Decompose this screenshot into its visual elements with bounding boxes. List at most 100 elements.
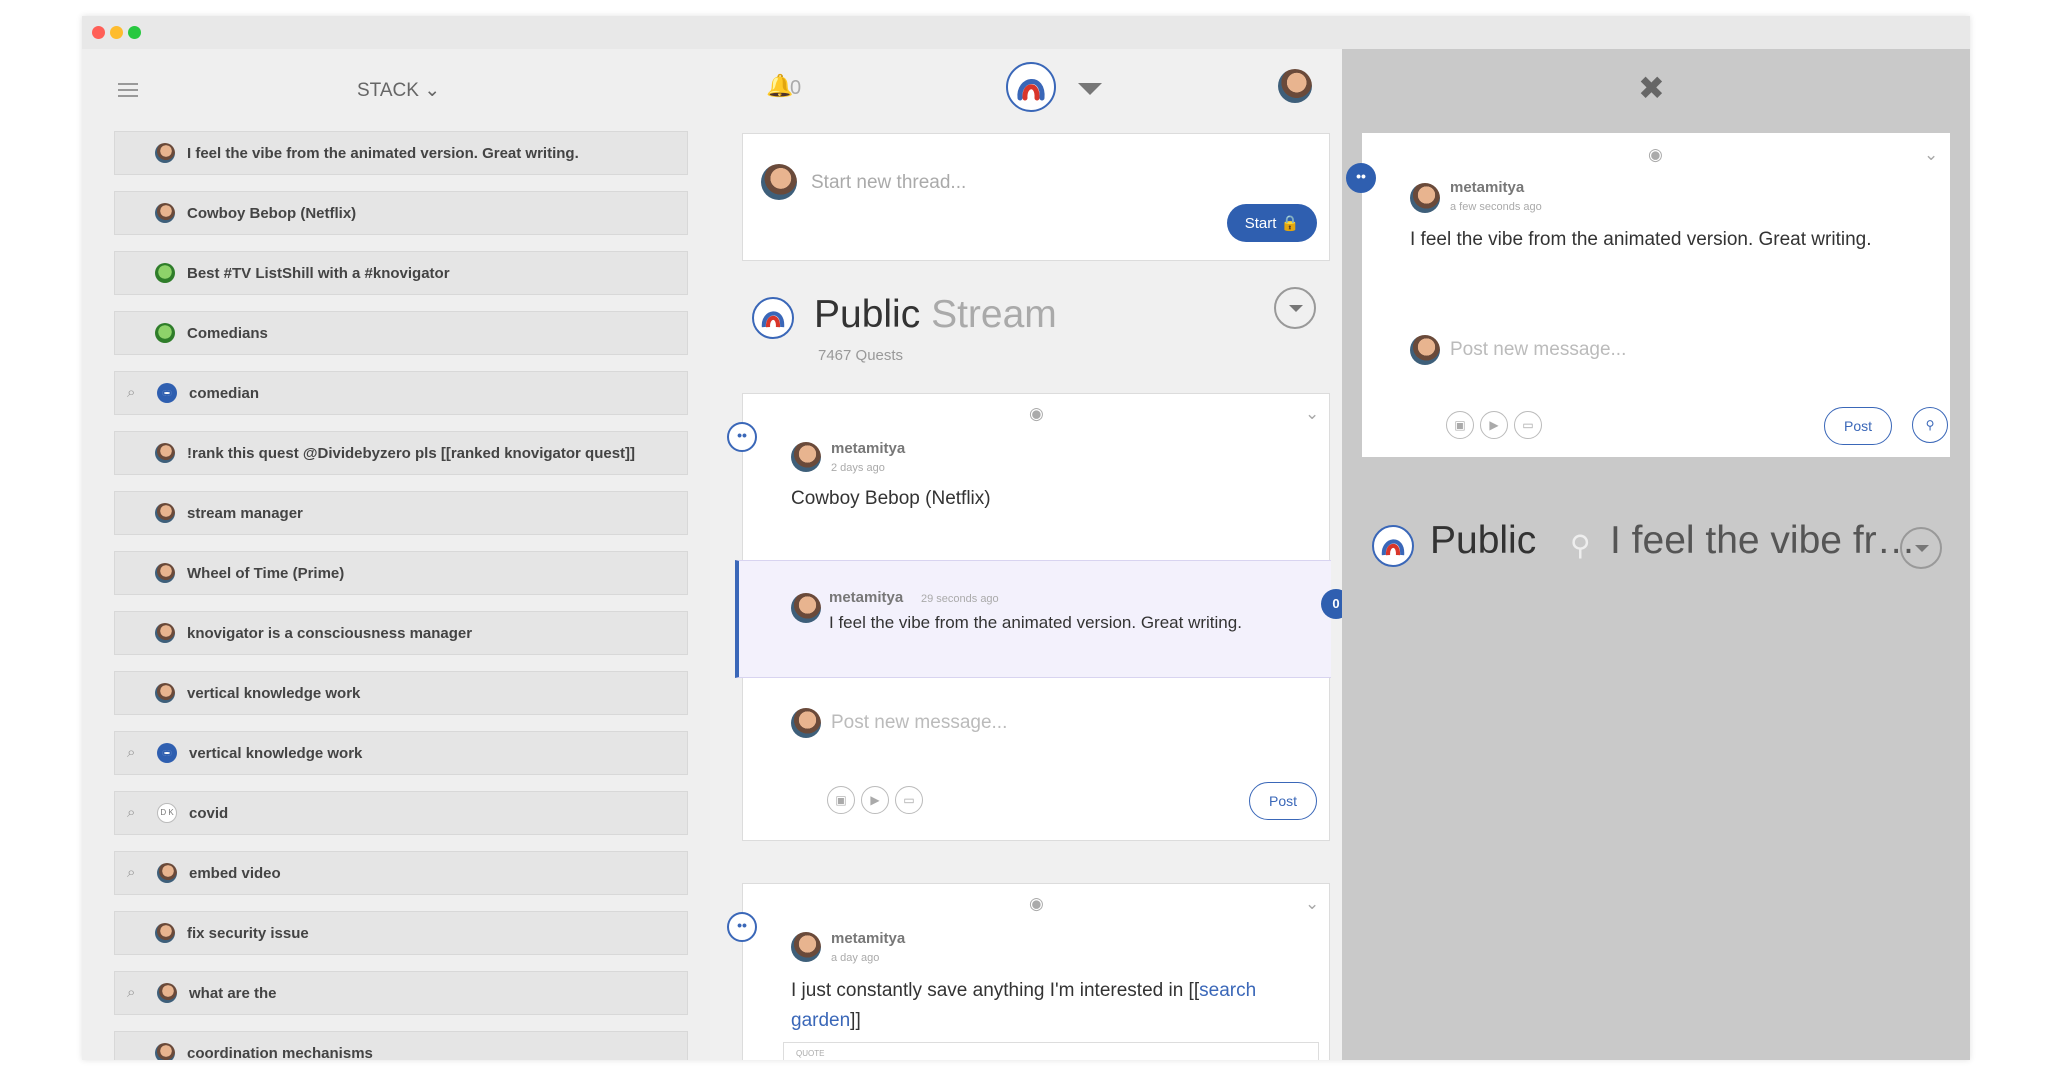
avatar [155, 563, 175, 583]
avatar [157, 983, 177, 1003]
video-icon[interactable]: ▶ [1480, 411, 1508, 439]
quest-count: 7467 Quests [818, 347, 904, 364]
stack-item[interactable]: Wheel of Time (Prime) [114, 551, 688, 595]
stack-item[interactable]: I feel the vibe from the animated versio… [114, 131, 688, 175]
search-icon: ⌕ [127, 384, 136, 401]
start-thread-button[interactable]: Start 🔒 [1227, 204, 1317, 242]
post-message-input[interactable]: Post new message... [1450, 339, 1626, 361]
stack-item-label: coordination mechanisms [187, 1044, 373, 1061]
eye-icon [157, 743, 177, 763]
stack-item[interactable]: ⌕ embed video [114, 851, 688, 895]
stack-dropdown[interactable]: STACK ⌄ [357, 79, 440, 102]
hamburger-icon[interactable] [118, 83, 138, 99]
stack-item-label: Comedians [187, 324, 268, 342]
post-time: 2 days ago [831, 462, 885, 474]
stack-item[interactable]: Comedians [114, 311, 688, 355]
chevron-down-icon[interactable]: ⌄ [1305, 894, 1319, 914]
thread-panel: ✖ •• ◉ ⌄ metamitya a few seconds ago I f… [1342, 49, 1970, 1060]
screen-icon[interactable]: ▭ [1514, 411, 1542, 439]
stack-sidebar: STACK ⌄ I feel the vibe from the animate… [82, 49, 710, 1060]
stack-item-label: covid [189, 804, 229, 822]
post-button[interactable]: Post [1824, 407, 1892, 445]
avatar [155, 683, 175, 703]
stack-item[interactable]: ⌕ what are the [114, 971, 688, 1015]
avatar [155, 203, 175, 223]
quest-text: I just constantly save anything I'm inte… [791, 980, 1257, 1031]
message-avatar [791, 708, 821, 738]
image-icon[interactable]: ▣ [827, 786, 855, 814]
stream-title: Public Stream [814, 293, 1057, 336]
post-time: a few seconds ago [1450, 201, 1542, 213]
stream-logo-icon [1372, 525, 1414, 567]
stack-item[interactable]: ⌕ comedian [114, 371, 688, 415]
post-button[interactable]: Post [1249, 782, 1317, 820]
thread-expand-button[interactable]: •• [1346, 163, 1376, 193]
quest-expand-button[interactable]: •• [727, 422, 757, 452]
video-icon[interactable]: ▶ [861, 786, 889, 814]
stream-title: Public [1430, 519, 1537, 562]
avatar [157, 863, 177, 883]
reply-count-badge[interactable]: 0 [1321, 589, 1342, 619]
stream-options-button[interactable] [1274, 287, 1316, 329]
maximize-window-button[interactable] [128, 26, 141, 39]
message-avatar [1410, 335, 1440, 365]
avatar [155, 503, 175, 523]
quest-text: Cowboy Bebop (Netflix) [791, 488, 991, 509]
stack-item[interactable]: stream manager [114, 491, 688, 535]
user-avatar[interactable] [1278, 69, 1312, 103]
stack-item-label: Best #TV ListShill with a #knovigator [187, 264, 450, 282]
quest-expand-button[interactable]: •• [727, 912, 757, 942]
stack-item-label: I feel the vibe from the animated versio… [187, 144, 579, 162]
stack-item[interactable]: coordination mechanisms [114, 1031, 688, 1060]
new-thread-composer: Start new thread... Start 🔒 [742, 133, 1330, 261]
globe-icon: ◉ [1648, 145, 1663, 164]
chevron-down-icon[interactable]: ⌄ [1924, 145, 1938, 165]
thread-card: •• ◉ ⌄ metamitya a few seconds ago I fee… [1346, 133, 1950, 457]
reply-message[interactable]: metamitya 29 seconds ago I feel the vibe… [735, 560, 1342, 678]
stack-item[interactable]: ⌕ D K covid [114, 791, 688, 835]
stack-item[interactable]: vertical knowledge work [114, 671, 688, 715]
avatar: D K [157, 803, 177, 823]
close-icon[interactable]: ✖ [1638, 69, 1665, 107]
logo-dropdown-caret-icon[interactable] [1078, 83, 1102, 95]
author-name[interactable]: metamitya [831, 930, 905, 947]
reply-author[interactable]: metamitya [829, 589, 903, 606]
stack-item[interactable]: Best #TV ListShill with a #knovigator [114, 251, 688, 295]
stack-item[interactable]: ⌕ vertical knowledge work [114, 731, 688, 775]
globe-icon: ◉ [1029, 404, 1044, 423]
stack-item-label: stream manager [187, 504, 303, 522]
author-name[interactable]: metamitya [831, 440, 905, 457]
search-icon: ⌕ [127, 864, 136, 881]
search-icon[interactable]: ⚲ [1912, 407, 1948, 443]
frog-avatar [155, 263, 175, 283]
stack-item[interactable]: fix security issue [114, 911, 688, 955]
new-thread-input[interactable]: Start new thread... [811, 172, 966, 194]
app-logo-button[interactable] [1006, 62, 1056, 112]
author-avatar [791, 442, 821, 472]
post-message-input[interactable]: Post new message... [831, 712, 1007, 734]
author-avatar [1410, 183, 1440, 213]
main-stream-column: 🔔 0 Start new thread... Start 🔒 Public S… [710, 49, 1342, 1060]
knovigator-logo-icon [1017, 79, 1045, 101]
quest-card: •• ◉ ⌄ metamitya 2 days ago Cowboy Bebop… [727, 393, 1342, 841]
screen-icon[interactable]: ▭ [895, 786, 923, 814]
minimize-window-button[interactable] [110, 26, 123, 39]
close-window-button[interactable] [92, 26, 105, 39]
avatar [155, 1043, 175, 1060]
post-time: a day ago [831, 952, 880, 964]
stack-item[interactable]: knovigator is a consciousness manager [114, 611, 688, 655]
stack-item[interactable]: Cowboy Bebop (Netflix) [114, 191, 688, 235]
stack-item[interactable]: !rank this quest @Dividebyzero pls [[ran… [114, 431, 688, 475]
stack-item-label: Wheel of Time (Prime) [187, 564, 345, 582]
search-icon: ⌕ [127, 804, 136, 821]
stack-item-label: vertical knowledge work [189, 744, 363, 762]
stream-options-button[interactable] [1900, 527, 1942, 569]
app-window: STACK ⌄ I feel the vibe from the animate… [82, 16, 1970, 1060]
author-name[interactable]: metamitya [1450, 179, 1524, 196]
stack-item-label: comedian [189, 384, 260, 402]
stack-item-label: !rank this quest @Dividebyzero pls [[ran… [187, 444, 636, 462]
stack-item-label: what are the [189, 984, 277, 1002]
image-icon[interactable]: ▣ [1446, 411, 1474, 439]
avatar [155, 923, 175, 943]
chevron-down-icon[interactable]: ⌄ [1305, 404, 1319, 424]
